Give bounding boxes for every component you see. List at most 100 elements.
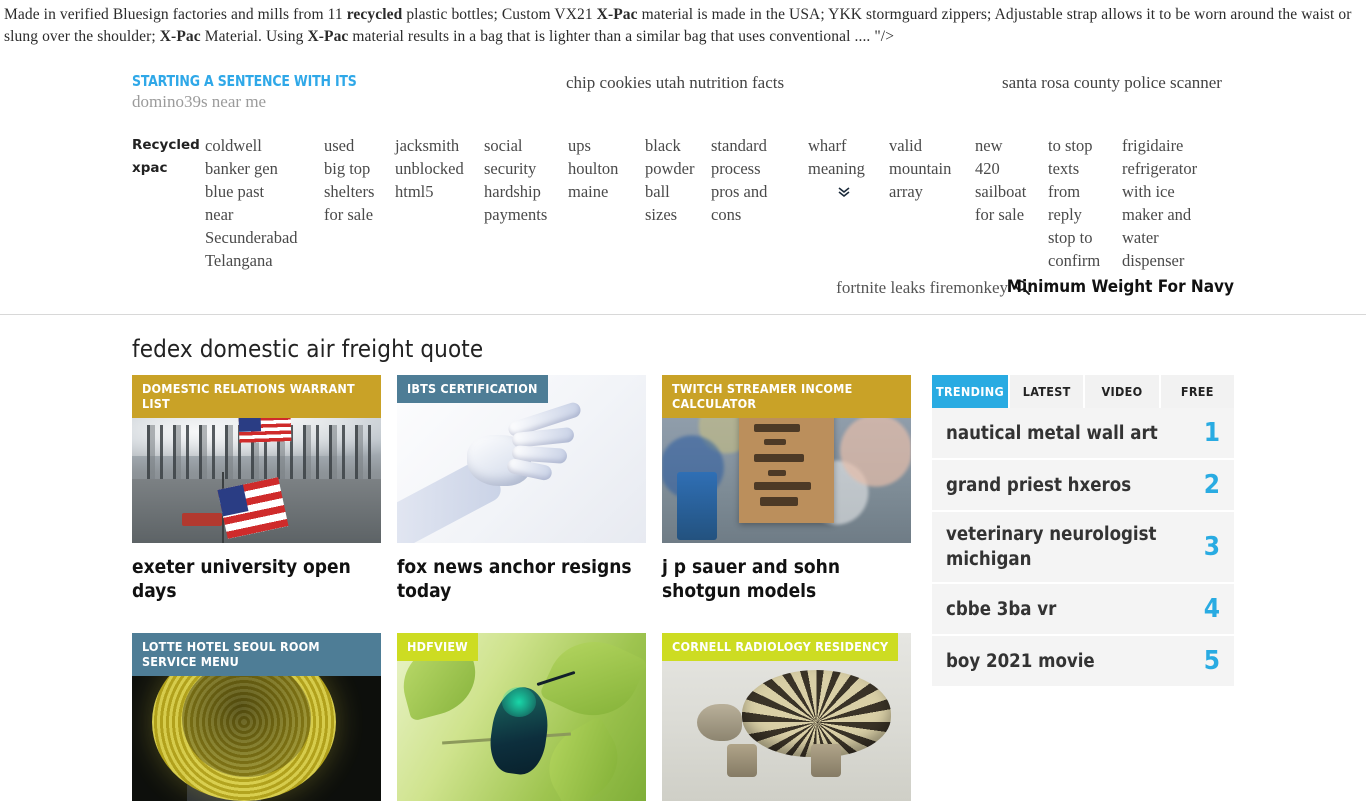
trending-item-label[interactable]: veterinary neurologist michigan bbox=[946, 522, 1204, 572]
related-section-subtitle[interactable]: domino39s near me bbox=[132, 92, 266, 112]
keyword-line[interactable]: security bbox=[484, 157, 556, 180]
keyword-line[interactable]: Recycled bbox=[132, 134, 202, 157]
trending-item-label[interactable]: cbbe 3ba vr bbox=[946, 597, 1066, 622]
card-thumbnail[interactable]: IBTS CERTIFICATION bbox=[397, 375, 646, 543]
keyword-column[interactable]: new 420 sailboat for sale bbox=[975, 134, 1037, 226]
trending-item[interactable]: nautical metal wall art 1 bbox=[932, 408, 1234, 460]
keyword-line[interactable]: maine bbox=[568, 180, 634, 203]
card-title[interactable]: exeter university open days bbox=[132, 555, 381, 603]
keyword-column[interactable]: coldwell banker gen blue past near Secundera… bbox=[205, 134, 317, 272]
result-card[interactable]: DOMESTIC RELATIONS WARRANT LIST exeter un… bbox=[132, 375, 381, 603]
keyword-line[interactable]: ups bbox=[568, 134, 634, 157]
keyword-line[interactable]: pros and bbox=[711, 180, 793, 203]
keyword-line[interactable]: with ice bbox=[1122, 180, 1222, 203]
card-label[interactable]: LOTTE HOTEL SEOUL ROOM SERVICE MENU bbox=[132, 633, 381, 676]
keyword-line[interactable]: maker and bbox=[1122, 203, 1222, 226]
keyword-line[interactable]: black bbox=[645, 134, 703, 157]
keyword-line[interactable]: confirm bbox=[1048, 249, 1112, 272]
keyword-line[interactable]: social bbox=[484, 134, 556, 157]
trending-item-label[interactable]: boy 2021 movie bbox=[946, 649, 1105, 674]
keyword-line[interactable]: wharf bbox=[808, 134, 880, 157]
keyword-line[interactable]: 420 bbox=[975, 157, 1037, 180]
tab-video[interactable]: VIDEO bbox=[1085, 375, 1159, 408]
keyword-line[interactable]: valid bbox=[889, 134, 965, 157]
keyword-column[interactable]: ups houlton maine bbox=[568, 134, 634, 203]
keyword-line[interactable]: water bbox=[1122, 226, 1222, 249]
card-label[interactable]: DOMESTIC RELATIONS WARRANT LIST bbox=[132, 375, 381, 418]
keyword-line[interactable]: houlton bbox=[568, 157, 634, 180]
keyword-line[interactable]: ball bbox=[645, 180, 703, 203]
keyword-column[interactable]: jacksmith unblocked html5 bbox=[395, 134, 475, 203]
keyword-line[interactable]: Secunderabad bbox=[205, 226, 317, 249]
keyword-column[interactable]: standard process pros and cons bbox=[711, 134, 793, 226]
trending-item[interactable]: cbbe 3ba vr 4 bbox=[932, 584, 1234, 636]
keyword-line[interactable]: jacksmith bbox=[395, 134, 475, 157]
keyword-line[interactable]: sailboat bbox=[975, 180, 1037, 203]
keyword-line[interactable]: Telangana bbox=[205, 249, 317, 272]
keyword-line[interactable]: refrigerator bbox=[1122, 157, 1222, 180]
keyword-line[interactable]: cons bbox=[711, 203, 793, 226]
keyword-line[interactable]: mountain bbox=[889, 157, 965, 180]
keyword-line[interactable]: hardship bbox=[484, 180, 556, 203]
keyword-line[interactable]: for sale bbox=[975, 203, 1037, 226]
keyword-line[interactable]: standard bbox=[711, 134, 793, 157]
keyword-line[interactable]: new bbox=[975, 134, 1037, 157]
keyword-line[interactable]: reply bbox=[1048, 203, 1112, 226]
card-thumbnail[interactable]: CORNELL RADIOLOGY RESIDENCY bbox=[662, 633, 911, 801]
result-card[interactable]: LOTTE HOTEL SEOUL ROOM SERVICE MENU bbox=[132, 633, 381, 801]
related-section-title[interactable]: STARTING A SENTENCE WITH ITS bbox=[132, 72, 357, 90]
keyword-line[interactable]: banker gen bbox=[205, 157, 317, 180]
trending-item-label[interactable]: nautical metal wall art bbox=[946, 421, 1168, 446]
keyword-line[interactable]: texts bbox=[1048, 157, 1112, 180]
keyword-column[interactable]: black powder ball sizes bbox=[645, 134, 703, 226]
trending-item[interactable]: boy 2021 movie 5 bbox=[932, 636, 1234, 688]
keyword-line[interactable]: unblocked bbox=[395, 157, 475, 180]
keyword-line[interactable]: meaning bbox=[808, 157, 880, 180]
card-title[interactable]: fox news anchor resigns today bbox=[397, 555, 646, 603]
card-thumbnail[interactable]: HDFVIEW bbox=[397, 633, 646, 801]
keyword-line[interactable]: stop to bbox=[1048, 226, 1112, 249]
keyword-line[interactable]: used bbox=[324, 134, 390, 157]
keyword-line[interactable]: frigidaire bbox=[1122, 134, 1222, 157]
result-card[interactable]: TWITCH STREAMER INCOME CALCULATOR j p sau… bbox=[662, 375, 911, 603]
keyword-line[interactable]: html5 bbox=[395, 180, 475, 203]
card-thumbnail[interactable]: DOMESTIC RELATIONS WARRANT LIST bbox=[132, 375, 381, 543]
result-card[interactable]: CORNELL RADIOLOGY RESIDENCY bbox=[662, 633, 911, 801]
related-query-right[interactable]: santa rosa county police scanner bbox=[1002, 73, 1222, 93]
keyword-column[interactable]: used big top shelters for sale bbox=[324, 134, 390, 226]
tab-trending[interactable]: TRENDING bbox=[932, 375, 1008, 408]
keyword-column[interactable]: valid mountain array bbox=[889, 134, 965, 203]
keyword-line[interactable]: blue past bbox=[205, 180, 317, 203]
related-query-middle[interactable]: chip cookies utah nutrition facts bbox=[566, 73, 784, 93]
card-thumbnail[interactable]: LOTTE HOTEL SEOUL ROOM SERVICE MENU bbox=[132, 633, 381, 801]
keyword-line[interactable]: from bbox=[1048, 180, 1112, 203]
keyword-column[interactable]: social security hardship payments bbox=[484, 134, 556, 226]
result-card[interactable]: IBTS CERTIFICATION fox news anchor resign… bbox=[397, 375, 646, 603]
keyword-line[interactable]: payments bbox=[484, 203, 556, 226]
keyword-line[interactable]: dispenser bbox=[1122, 249, 1222, 272]
card-label[interactable]: TWITCH STREAMER INCOME CALCULATOR bbox=[662, 375, 911, 418]
tab-free[interactable]: FREE bbox=[1160, 375, 1234, 408]
keyword-line[interactable]: process bbox=[711, 157, 793, 180]
keyword-column[interactable]: frigidaire refrigerator with ice maker and w… bbox=[1122, 134, 1222, 272]
keyword-line[interactable]: big top bbox=[324, 157, 390, 180]
keyword-line[interactable]: array bbox=[889, 180, 965, 203]
card-thumbnail[interactable]: TWITCH STREAMER INCOME CALCULATOR bbox=[662, 375, 911, 543]
card-label[interactable]: IBTS CERTIFICATION bbox=[397, 375, 548, 403]
keyword-line[interactable]: xpac bbox=[132, 157, 202, 180]
header-left-query[interactable]: fortnite leaks firemonkey bbox=[836, 278, 1008, 298]
keyword-line[interactable]: near bbox=[205, 203, 317, 226]
keyword-column[interactable]: Recycled xpac bbox=[132, 134, 202, 180]
keyword-line[interactable]: to stop bbox=[1048, 134, 1112, 157]
result-card[interactable]: HDFVIEW bbox=[397, 633, 646, 801]
keyword-line[interactable]: shelters bbox=[324, 180, 390, 203]
trending-item[interactable]: veterinary neurologist michigan 3 bbox=[932, 512, 1234, 584]
card-title[interactable]: j p sauer and sohn shotgun models bbox=[662, 555, 911, 603]
card-label[interactable]: CORNELL RADIOLOGY RESIDENCY bbox=[662, 633, 899, 661]
keyword-line[interactable]: coldwell bbox=[205, 134, 317, 157]
keyword-column[interactable]: wharf meaning bbox=[808, 134, 880, 198]
keyword-line[interactable]: sizes bbox=[645, 203, 703, 226]
trending-item[interactable]: grand priest hxeros 2 bbox=[932, 460, 1234, 512]
tab-latest[interactable]: LATEST bbox=[1010, 375, 1084, 408]
card-label[interactable]: HDFVIEW bbox=[397, 633, 478, 661]
